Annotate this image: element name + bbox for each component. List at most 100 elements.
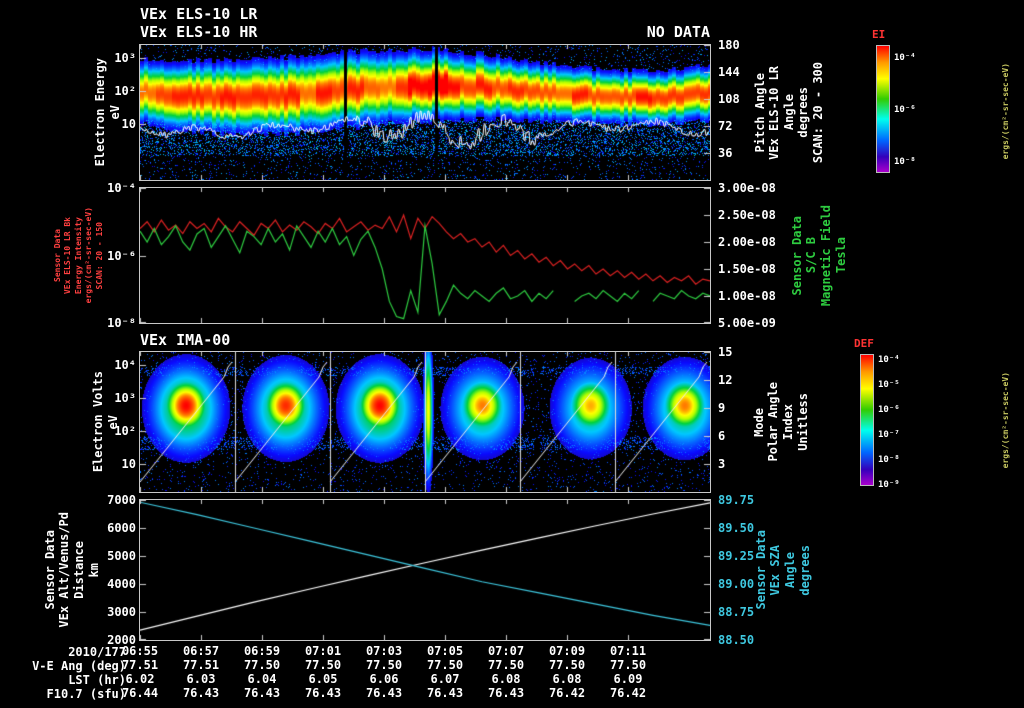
axis-value: 6.08	[491, 672, 521, 686]
no-data-label: NO DATA	[646, 23, 710, 41]
axis-value: 77.51	[121, 658, 159, 672]
panel2-left-label-line: VEx ELS-10 LR Bk	[63, 216, 73, 295]
ima-spectrogram-canvas	[139, 351, 711, 493]
panel1-right-label-line: degrees	[796, 87, 811, 138]
tick-label: 10³	[114, 391, 136, 405]
axis-value: 77.50	[548, 658, 586, 672]
panel1-ylabel-line: Electron Energy	[93, 58, 108, 167]
tick-label: 10	[121, 117, 136, 131]
panel1-right-label-line: VEx ELS-10 LR	[767, 65, 782, 160]
tick-label: 1.00e-08	[718, 289, 776, 303]
panel4-left-label-line: VEx Alt/Venus/Pd	[57, 512, 72, 628]
panel2-left-label-line: Energy Intensity	[73, 216, 83, 295]
axis-value: 07:09	[548, 644, 586, 658]
tick-label: 10	[121, 457, 136, 471]
axis-value: 6.05	[308, 672, 338, 686]
axis-value: 76.43	[243, 686, 281, 700]
panel1-right-label: Pitch Angle VEx ELS-10 LR Angle degrees SCAN…	[750, 45, 828, 180]
panel2-right-label-line: S/C B	[804, 237, 819, 274]
date-label: 2010/177	[68, 645, 126, 659]
tick-label: 10⁻⁴	[894, 53, 916, 63]
axis-value: 6.07	[430, 672, 460, 686]
axis-value: 76.43	[487, 686, 525, 700]
axis-value: 07:07	[487, 644, 525, 658]
tick-label: 6000	[107, 521, 136, 535]
axis-value: 76.43	[365, 686, 403, 700]
tick-label: 10²	[114, 84, 136, 98]
axis-value: 77.51	[182, 658, 220, 672]
colorbar-def	[860, 354, 874, 486]
panel2-right-label-line: Tesla	[833, 237, 848, 274]
panel3-right-label-line: Unitless	[795, 393, 810, 451]
els-spectrogram-canvas	[139, 44, 711, 181]
panel2-right-label-line: Sensor Data	[789, 215, 804, 296]
panel3-right-label: Mode Polar Angle Index Unitless	[750, 352, 812, 492]
axis-value: 76.43	[182, 686, 220, 700]
tick-label: 10⁻⁸	[878, 455, 900, 465]
axis-value: 77.50	[426, 658, 464, 672]
axis-value: 76.44	[121, 686, 159, 700]
tick-label: 10⁻⁸	[107, 316, 136, 330]
colorbar-ei-unit: ergs/(cm²-sr-sec-eV)	[1000, 45, 1012, 177]
tick-label: 10⁻⁹	[878, 480, 900, 490]
tick-label: 4000	[107, 577, 136, 591]
panel3-right-label-line: Mode	[751, 407, 766, 437]
axis-value: 6.02	[125, 672, 155, 686]
axis-value: 77.50	[487, 658, 525, 672]
panel1-title-lr: VEx ELS-10 LR	[140, 5, 258, 23]
tick-label: 1.50e-08	[718, 262, 776, 276]
panel1-right-label-line: Angle	[781, 94, 796, 131]
tick-label: 10⁻⁶	[878, 405, 900, 415]
axis-value: 06:57	[182, 644, 220, 658]
tick-label: 3.00e-08	[718, 181, 776, 195]
tick-label: 10⁻⁷	[878, 430, 900, 440]
axis-value: 07:05	[426, 644, 464, 658]
panel2-left-label: Sensor Data VEx ELS-10 LR Bk Energy Intens…	[53, 188, 104, 323]
tick-label: 10⁻⁴	[878, 355, 900, 365]
tick-label: 5.00e-09	[718, 316, 776, 330]
panel4-right-label: Sensor Data VEx SZA Angle degrees	[752, 500, 814, 640]
panel1-ylabel: Electron Energy eV	[93, 45, 122, 180]
tick-label: 10²	[114, 424, 136, 438]
vex-multipanel-plot: VEx ELS-10 LR VEx ELS-10 HR NO DATA VEx …	[0, 0, 1024, 708]
axis-value: 6.06	[369, 672, 399, 686]
colorbar-ei-title: EI	[872, 28, 886, 41]
tick-label: 3000	[107, 605, 136, 619]
axis-value: 76.42	[609, 686, 647, 700]
panel3-ylabel: Electron Volts eV	[91, 352, 120, 492]
alt-sza-canvas	[139, 499, 711, 641]
axis-value: 77.50	[243, 658, 281, 672]
bk-bfield-canvas	[139, 187, 711, 324]
axis-value: 77.50	[609, 658, 647, 672]
panel4-left-label: Sensor Data VEx Alt/Venus/Pd Distance km	[42, 500, 101, 640]
axis-value: 06:55	[121, 644, 159, 658]
axis-value: 77.50	[365, 658, 403, 672]
panel3-right-label-line: Polar Angle	[766, 382, 781, 462]
panel1-right-label-line: Pitch Angle	[752, 72, 767, 153]
ve-ang-row-label: V-E Ang (deg)	[32, 659, 126, 673]
axis-value: 76.43	[304, 686, 342, 700]
axis-value: 76.43	[426, 686, 464, 700]
panel2-right-label-line: Magnetic Field	[819, 204, 833, 307]
axis-value: 07:03	[365, 644, 403, 658]
colorbar-def-unit-text: ergs/(cm²-sr-sec-eV)	[1000, 371, 1010, 469]
axis-value: 77.50	[304, 658, 342, 672]
tick-label: 10⁴	[114, 358, 136, 372]
tick-label: 10⁻⁵	[878, 380, 900, 390]
f107-row-label: F10.7 (sfu)	[46, 687, 126, 701]
tick-label: 2.00e-08	[718, 235, 776, 249]
tick-label: 7000	[107, 493, 136, 507]
panel1-title-hr: VEx ELS-10 HR	[140, 23, 258, 41]
panel3-right-label-line: Index	[781, 403, 795, 441]
colorbar-def-title: DEF	[854, 337, 874, 350]
panel4-right-label-line: Angle	[783, 551, 797, 589]
tick-label: 10³	[114, 51, 136, 65]
panel2-left-label-line: ergs/(cm²-sr-sec-eV)	[84, 207, 94, 304]
axis-value: 06:59	[243, 644, 281, 658]
panel4-right-label-line: degrees	[797, 544, 812, 596]
panel4-left-label-line: Sensor Data	[42, 530, 57, 610]
axis-value: 76.42	[548, 686, 586, 700]
colorbar-ei	[876, 45, 890, 173]
panel4-left-label-line: km	[86, 562, 101, 578]
lst-row-label: LST (hr)	[68, 673, 126, 687]
